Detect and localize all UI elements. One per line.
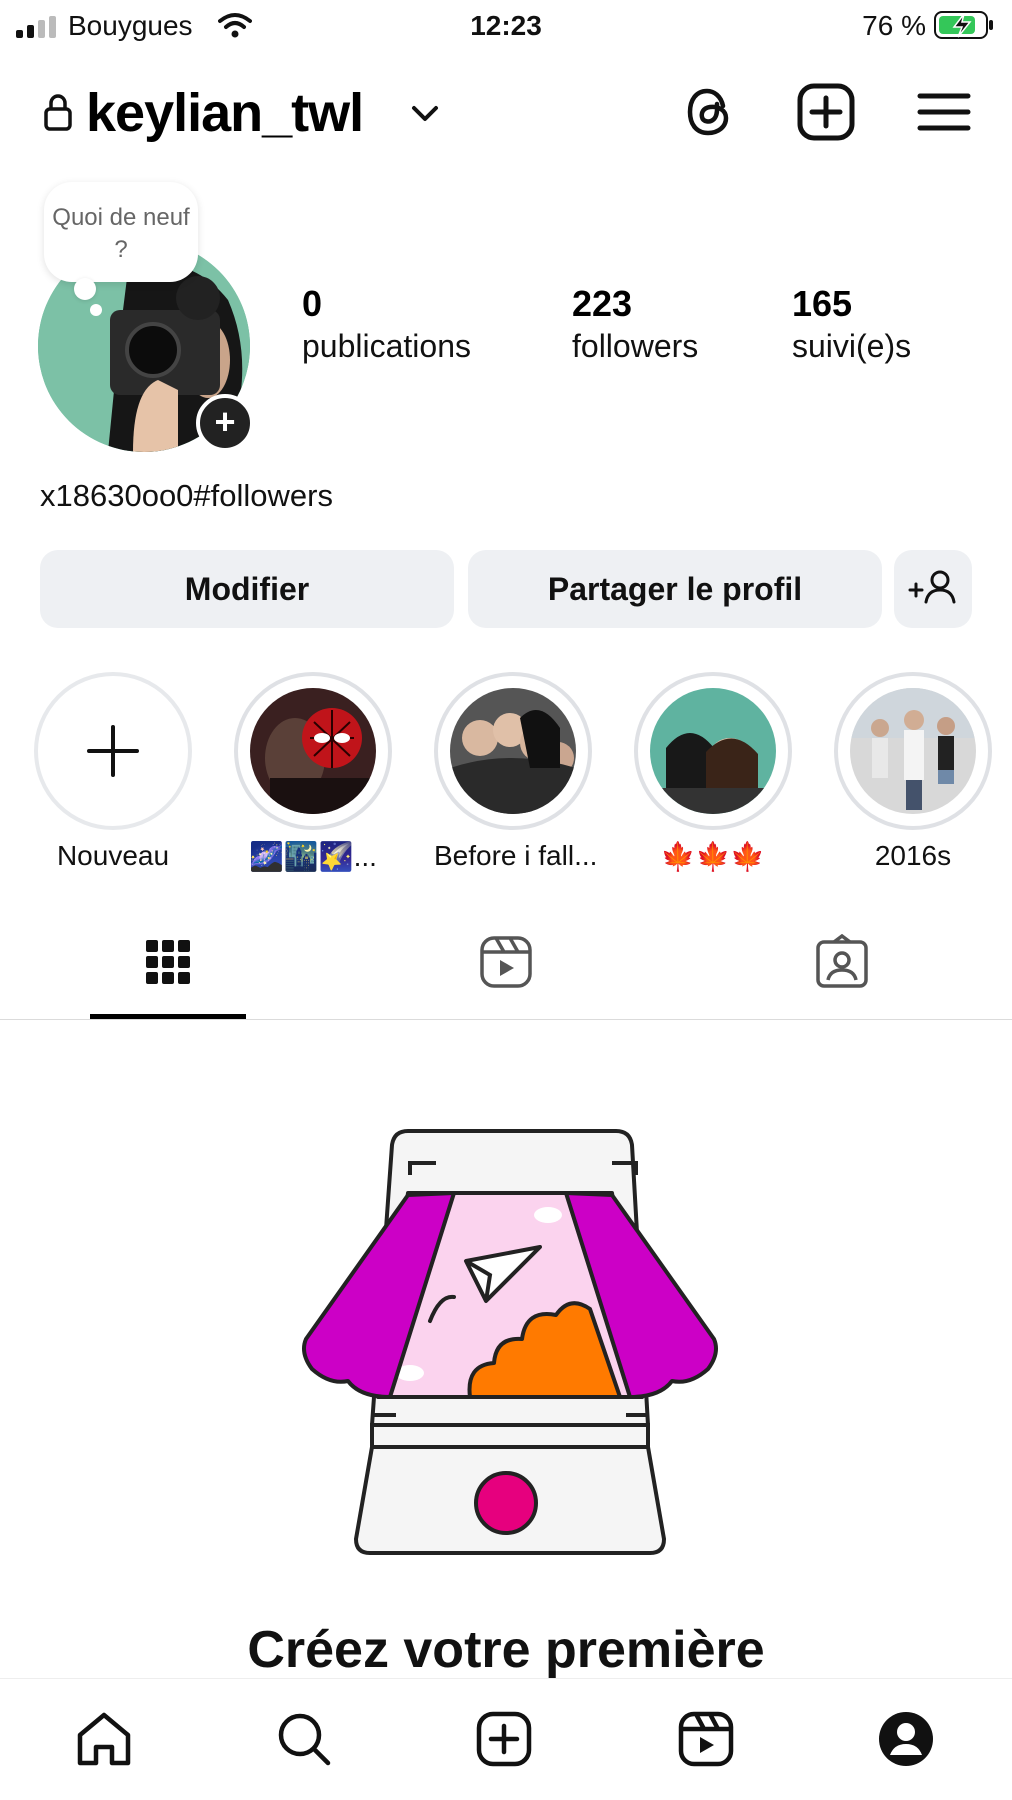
reels-nav-icon[interactable] xyxy=(676,1709,736,1769)
lock-icon xyxy=(44,94,72,131)
highlight-ring xyxy=(634,672,792,830)
highlight-label: 🌌🌃🌠... xyxy=(249,841,377,872)
highlight-label: 🍁🍁🍁 xyxy=(660,841,766,872)
clock: 12:23 xyxy=(470,10,542,41)
active-tab-indicator xyxy=(90,1014,246,1019)
share-profile-button[interactable]: Partager le profil xyxy=(468,550,882,628)
highlight-item[interactable]: 2016s xyxy=(834,672,992,872)
threads-icon[interactable] xyxy=(680,82,740,142)
highlight-ring xyxy=(434,672,592,830)
status-bar: Bouygues 12:23 76 % xyxy=(0,0,1012,52)
note-bubble-tail-small xyxy=(90,304,102,316)
stat-followers[interactable]: 223 followers xyxy=(572,282,698,366)
search-icon[interactable] xyxy=(274,1709,334,1769)
highlight-ring xyxy=(34,672,192,830)
empty-state-title: Créez votre première xyxy=(247,1621,765,1679)
empty-posts-illustration xyxy=(302,1129,718,1555)
plus-icon xyxy=(87,725,139,777)
stat-value: 223 xyxy=(572,283,633,324)
edit-profile-button[interactable]: Modifier xyxy=(40,550,454,628)
highlight-item[interactable]: 🍁🍁🍁 xyxy=(634,672,792,873)
home-icon[interactable] xyxy=(74,1709,134,1769)
highlight-cover xyxy=(650,688,776,814)
stat-label: publications xyxy=(302,328,471,364)
highlight-ring xyxy=(834,672,992,830)
bio-text: x18630oo0#followers xyxy=(40,478,333,513)
highlight-cover xyxy=(250,688,376,814)
battery-percent: 76 % xyxy=(862,10,926,41)
stat-label: followers xyxy=(572,328,699,364)
add-story-icon[interactable]: + xyxy=(196,394,254,452)
stat-publications[interactable]: 0 publications xyxy=(302,282,471,366)
highlight-cover xyxy=(450,688,576,814)
create-icon[interactable] xyxy=(474,1709,534,1769)
grid-icon[interactable] xyxy=(140,934,196,990)
profile-tabs xyxy=(0,920,1012,1020)
profile-nav-icon[interactable] xyxy=(876,1709,936,1769)
stat-label: suivi(e)s xyxy=(792,328,912,364)
highlight-ring xyxy=(234,672,392,830)
highlight-label: 2016s xyxy=(874,840,952,871)
highlight-label: Nouveau xyxy=(56,840,170,871)
bottom-navigation xyxy=(0,1678,1012,1800)
profile-header: keylian_twl xyxy=(0,64,1012,160)
battery-charging-icon xyxy=(934,11,993,39)
discover-people-button[interactable] xyxy=(894,550,972,628)
note-bubble-tail xyxy=(74,278,96,300)
reels-icon[interactable] xyxy=(478,934,534,990)
note-bubble[interactable]: Quoi de neuf ? xyxy=(44,182,198,282)
tagged-icon[interactable] xyxy=(814,934,870,990)
highlight-cover xyxy=(850,688,976,814)
stat-following[interactable]: 165 suivi(e)s xyxy=(792,282,911,366)
username[interactable]: keylian_twl xyxy=(86,82,364,144)
create-post-icon[interactable] xyxy=(796,82,856,142)
highlight-item[interactable]: 🌌🌃🌠... xyxy=(234,672,392,873)
stat-value: 0 xyxy=(302,283,323,324)
add-person-icon xyxy=(908,570,956,604)
highlight-label: Before i fall... xyxy=(434,840,598,871)
highlight-item[interactable]: Before i fall... xyxy=(434,672,598,872)
menu-icon[interactable] xyxy=(914,82,974,142)
chevron-down-icon[interactable] xyxy=(410,100,440,126)
stat-value: 165 xyxy=(792,283,853,324)
highlight-new[interactable]: Nouveau xyxy=(34,672,192,872)
